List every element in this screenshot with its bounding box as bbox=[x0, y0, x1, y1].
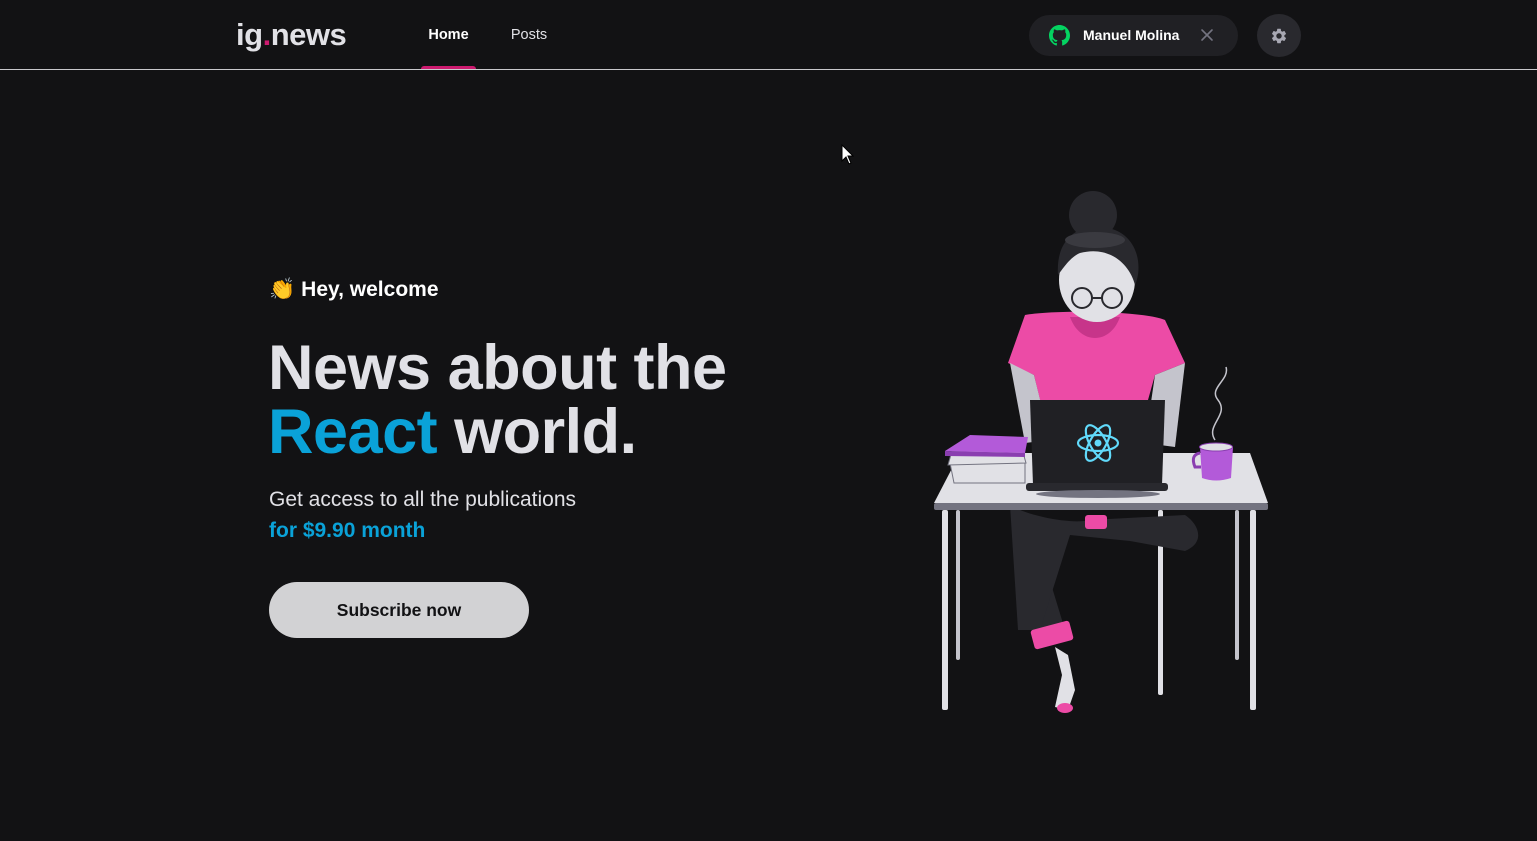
active-nav-indicator bbox=[421, 66, 476, 69]
logo-dot: . bbox=[262, 17, 272, 52]
logo-ig: ig bbox=[236, 17, 263, 52]
subscribe-button[interactable]: Subscribe now bbox=[269, 582, 529, 638]
headline-line1: News about the bbox=[268, 333, 727, 403]
logo-news: news bbox=[270, 17, 347, 52]
settings-button[interactable] bbox=[1257, 14, 1301, 57]
girl-coding-illustration bbox=[934, 191, 1268, 713]
welcome-greeting: 👏 Hey, welcome bbox=[269, 276, 439, 304]
user-name: Manuel Molina bbox=[1083, 27, 1180, 43]
top-header: ig.news Home Posts Manuel Molina bbox=[0, 0, 1537, 70]
github-user-button[interactable]: Manuel Molina bbox=[1029, 15, 1238, 56]
nav-home-link[interactable]: Home bbox=[421, 0, 476, 70]
gear-icon bbox=[1271, 28, 1287, 44]
logo[interactable]: ig.news bbox=[236, 17, 347, 53]
access-text: Get access to all the publications bbox=[269, 488, 577, 511]
price-text: for $9.90 month bbox=[269, 519, 426, 542]
github-icon bbox=[1049, 25, 1070, 46]
nav-posts-link[interactable]: Posts bbox=[505, 0, 553, 70]
clapping-hands-icon: 👏 bbox=[269, 278, 296, 301]
hero-headline: News about the React world. bbox=[268, 336, 828, 464]
mouse-cursor-icon bbox=[841, 144, 855, 165]
close-icon[interactable] bbox=[1199, 27, 1215, 43]
headline-rest: world. bbox=[437, 397, 637, 467]
headline-accent: React bbox=[268, 397, 438, 467]
greeting-text: Hey, welcome bbox=[301, 278, 439, 301]
